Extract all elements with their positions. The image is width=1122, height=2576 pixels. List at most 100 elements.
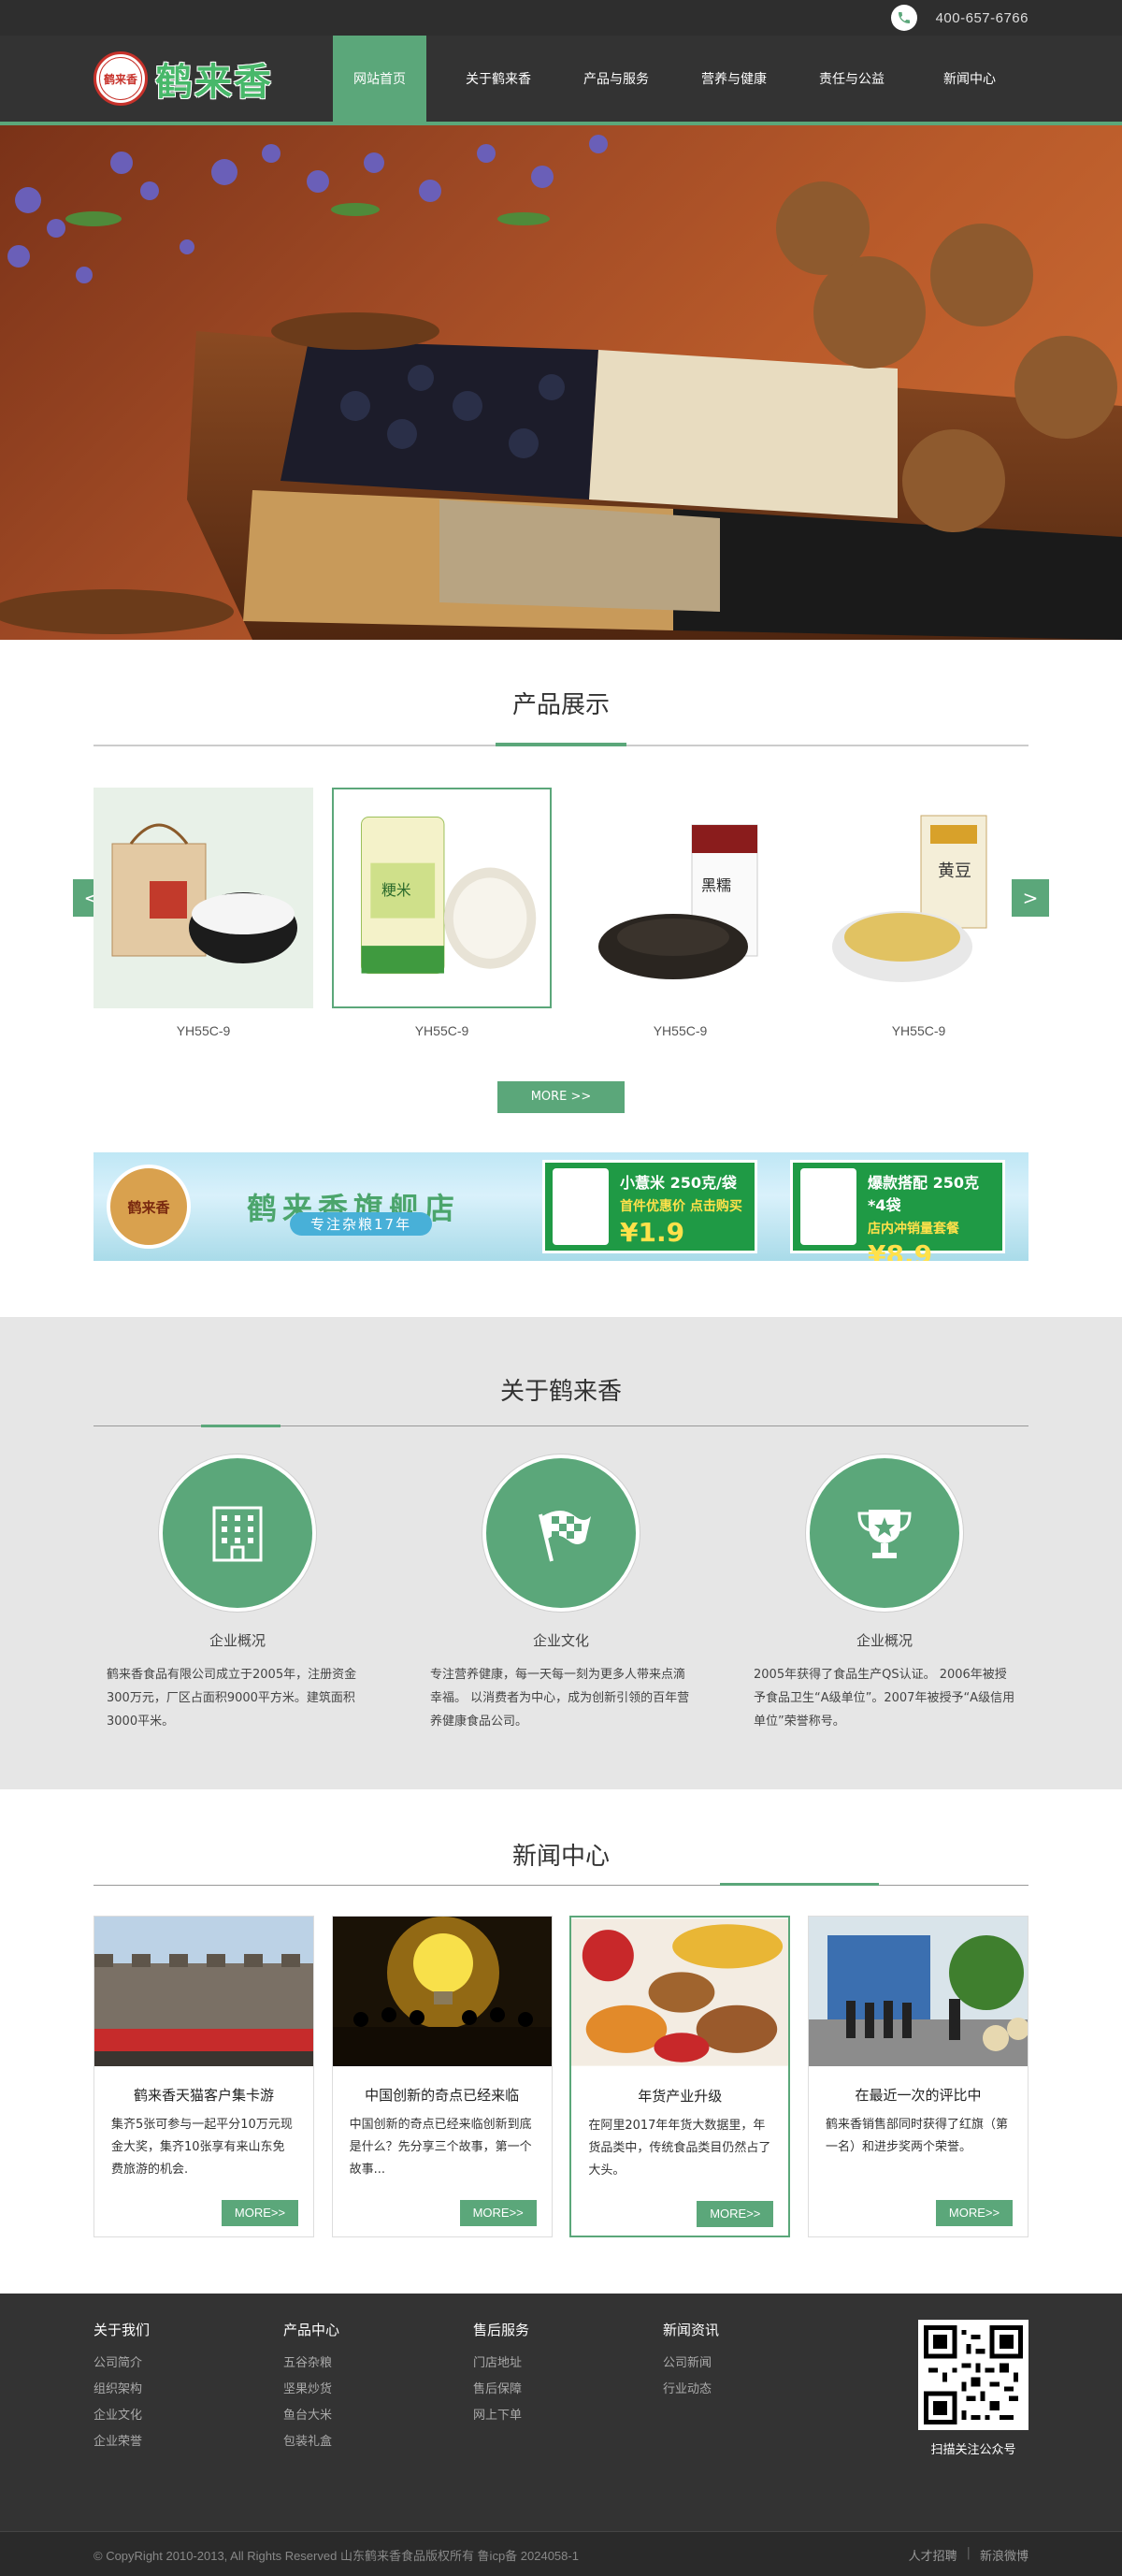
news-section-title: 新闻中心 [94, 1789, 1028, 1886]
about-col-text: 鹤来香食品有限公司成立于2005年，注册资金300万元，厂区占面积9000平方米… [107, 1668, 357, 1729]
logo[interactable]: 鹤来香 鹤来香 [94, 36, 273, 122]
header: 鹤来香 鹤来香 网站首页 关于鹤来香 产品与服务 营养与健康 责任与公益 新闻中… [0, 36, 1122, 125]
phone-icon [890, 5, 917, 31]
footer-col-title: 关于我们 [94, 2322, 151, 2338]
product-pack-icon [553, 1168, 609, 1245]
product-item[interactable]: 粳米 YH55C-9 [332, 788, 552, 1038]
footer-col-products: 产品中心 五谷杂粮 坚果炒货 鱼台大米 包装礼盒 [283, 2320, 473, 2457]
svg-text:粳米: 粳米 [381, 881, 411, 899]
about-col-text: 专注营养健康，每一天每一刻为更多人带来点滴幸福。 以消费者为中心，成为创新引领的… [430, 1668, 690, 1729]
news-card-text: 中国创新的奇点已经来临创新到底是什么？先分享三个故事，第一个故事... [349, 2118, 532, 2177]
building-icon[interactable] [159, 1454, 316, 1612]
promo-subtitle: 专注杂粮17年 [290, 1212, 433, 1236]
news-card-text: 鹤来香销售部同时获得了红旗（第一名）和进步奖两个荣誉。 [825, 2118, 1008, 2154]
nav-nutrition[interactable]: 营养与健康 [675, 36, 793, 122]
news-image [94, 1917, 313, 2066]
product-caption: YH55C-9 [653, 1023, 708, 1038]
footer-link[interactable]: 包装礼盒 [283, 2429, 473, 2455]
product-caption: YH55C-9 [176, 1023, 231, 1038]
product-carousel: < YH55C-9 粳米 YH55C-9 黑糯 YH55C-9 黄豆 YH55C… [73, 788, 1049, 1038]
footer-link[interactable]: 公司简介 [94, 2351, 283, 2377]
footer-link[interactable]: 网上下单 [473, 2403, 663, 2429]
footer-link-weibo[interactable]: 新浪微博 [980, 2546, 1028, 2564]
products-section-title: 产品展示 [94, 640, 1028, 746]
footer-col-title: 新闻资讯 [663, 2322, 720, 2338]
news-card[interactable]: 在最近一次的评比中 鹤来香销售部同时获得了红旗（第一名）和进步奖两个荣誉。 MO… [807, 1916, 1028, 2237]
news-section: 新闻中心 鹤来香天猫客户集卡游 集齐5张可参与一起平分10万元现金大奖，集齐10… [0, 1789, 1122, 2294]
footer-link[interactable]: 企业文化 [94, 2403, 283, 2429]
nav-home[interactable]: 网站首页 [333, 36, 426, 122]
product-image: 黑糯 [570, 788, 790, 1008]
news-card[interactable]: 年货产业升级 在阿里2017年年货大数据里，年货品类中，传统食品类目仍然占了大头… [569, 1916, 791, 2237]
store-promo-banner[interactable]: 鹤来香 鹤来香旗舰店 专注杂粮17年 小薏米 250克/袋 首件优惠价 点击购买… [94, 1152, 1028, 1261]
news-more-button[interactable]: MORE>> [222, 2200, 298, 2226]
footer-link[interactable]: 行业动态 [663, 2377, 853, 2403]
nav-about[interactable]: 关于鹤来香 [439, 36, 557, 122]
footer: 关于我们 公司简介 组织架构 企业文化 企业荣誉 产品中心 五谷杂粮 坚果炒货 … [0, 2294, 1122, 2531]
news-image [332, 1917, 552, 2066]
footer-col-title: 产品中心 [283, 2322, 340, 2338]
footer-link[interactable]: 鱼台大米 [283, 2403, 473, 2429]
footer-link[interactable]: 售后保障 [473, 2377, 663, 2403]
news-card-title: 年货产业升级 [638, 2088, 723, 2105]
nav-news[interactable]: 新闻中心 [911, 36, 1028, 122]
footer-link[interactable]: 企业荣誉 [94, 2429, 283, 2455]
news-card[interactable]: 鹤来香天猫客户集卡游 集齐5张可参与一起平分10万元现金大奖，集齐10张享有来山… [94, 1916, 314, 2237]
footer-link[interactable]: 坚果炒货 [283, 2377, 473, 2403]
news-card-title: 在最近一次的评比中 [855, 2087, 982, 2104]
news-more-button[interactable]: MORE>> [935, 2200, 1013, 2226]
about-col-name: 企业文化 [532, 1632, 589, 1649]
about-col-honor: 企业概况 2005年获得了食品生产QS认证。 2006年被授予食品卫生“A级单位… [754, 1454, 1015, 1733]
product-image [94, 788, 313, 1008]
trophy-icon[interactable] [806, 1454, 963, 1612]
footer-col-news: 新闻资讯 公司新闻 行业动态 [663, 2320, 853, 2457]
product-item[interactable]: 黄豆 YH55C-9 [809, 788, 1028, 1038]
nav-responsibility[interactable]: 责任与公益 [793, 36, 911, 122]
news-image [571, 1918, 789, 2067]
about-title: 关于鹤来香 [499, 1378, 622, 1406]
news-card-text: 在阿里2017年年货大数据里，年货品类中，传统食品类目仍然占了大头。 [588, 2119, 771, 2178]
product-item[interactable]: 黑糯 YH55C-9 [570, 788, 790, 1038]
copyright-bar: © CopyRight 2010-2013, All Rights Reserv… [0, 2531, 1122, 2576]
products-more-button[interactable]: MORE >> [497, 1081, 625, 1113]
top-bar: 400-657-6766 [0, 0, 1122, 36]
carousel-next-button[interactable]: > [1012, 879, 1049, 917]
footer-col-title: 售后服务 [473, 2322, 530, 2338]
footer-link-jobs[interactable]: 人才招聘 [909, 2546, 957, 2564]
footer-col-service: 售后服务 门店地址 售后保障 网上下单 [473, 2320, 663, 2457]
news-title: 新闻中心 [511, 1843, 610, 1871]
qr-block: 扫描关注公众号 [918, 2320, 1028, 2457]
title-divider [94, 743, 1028, 746]
about-section: 关于鹤来香 企业概况 鹤来香食品有限公司成立于2005年，注册资金300万元，厂… [0, 1317, 1122, 1789]
news-card-title: 鹤来香天猫客户集卡游 [133, 2087, 274, 2104]
product-item[interactable]: YH55C-9 [94, 788, 313, 1038]
footer-link[interactable]: 五谷杂粮 [283, 2351, 473, 2377]
promo-card-1[interactable]: 小薏米 250克/袋 首件优惠价 点击购买 ¥1.9 [542, 1160, 757, 1253]
separator: | [966, 2545, 971, 2560]
news-card[interactable]: 中国创新的奇点已经来临 中国创新的奇点已经来临创新到底是什么？先分享三个故事，第… [331, 1916, 553, 2237]
about-col-name: 企业概况 [209, 1632, 266, 1649]
news-card-text: 集齐5张可参与一起平分10万元现金大奖，集齐10张享有来山东免费旅游的机会. [111, 2118, 293, 2177]
copyright-text: © CopyRight 2010-2013, All Rights Reserv… [94, 2548, 579, 2563]
main-nav: 网站首页 关于鹤来香 产品与服务 营养与健康 责任与公益 新闻中心 [333, 36, 1028, 122]
nav-products[interactable]: 产品与服务 [557, 36, 675, 122]
news-card-title: 中国创新的奇点已经来临 [365, 2087, 520, 2104]
flag-icon[interactable] [482, 1454, 640, 1612]
phone-number: 400-657-6766 [935, 9, 1028, 26]
product-caption: YH55C-9 [414, 1023, 469, 1038]
footer-link[interactable]: 公司新闻 [663, 2351, 853, 2377]
about-section-title: 关于鹤来香 [94, 1317, 1028, 1427]
svg-text:黄豆: 黄豆 [938, 861, 971, 881]
footer-link[interactable]: 门店地址 [473, 2351, 663, 2377]
footer-link[interactable]: 组织架构 [94, 2377, 283, 2403]
svg-text:黑糯: 黑糯 [701, 876, 731, 894]
store-seal-icon: 鹤来香 [107, 1165, 191, 1249]
about-col-overview: 企业概况 鹤来香食品有限公司成立于2005年，注册资金300万元，厂区占面积90… [107, 1454, 368, 1733]
qr-caption: 扫描关注公众号 [930, 2443, 1016, 2457]
about-col-culture: 企业文化 专注营养健康，每一天每一刻为更多人带来点滴幸福。 以消费者为中心，成为… [430, 1454, 692, 1733]
footer-col-about: 关于我们 公司简介 组织架构 企业文化 企业荣誉 [94, 2320, 283, 2457]
promo-card-2[interactable]: 爆款搭配 250克*4袋 店内冲销量套餐 ¥8.9 [790, 1160, 1005, 1261]
products-title: 产品展示 [511, 691, 610, 719]
news-more-button[interactable]: MORE>> [459, 2200, 537, 2226]
news-more-button[interactable]: MORE>> [697, 2201, 774, 2227]
